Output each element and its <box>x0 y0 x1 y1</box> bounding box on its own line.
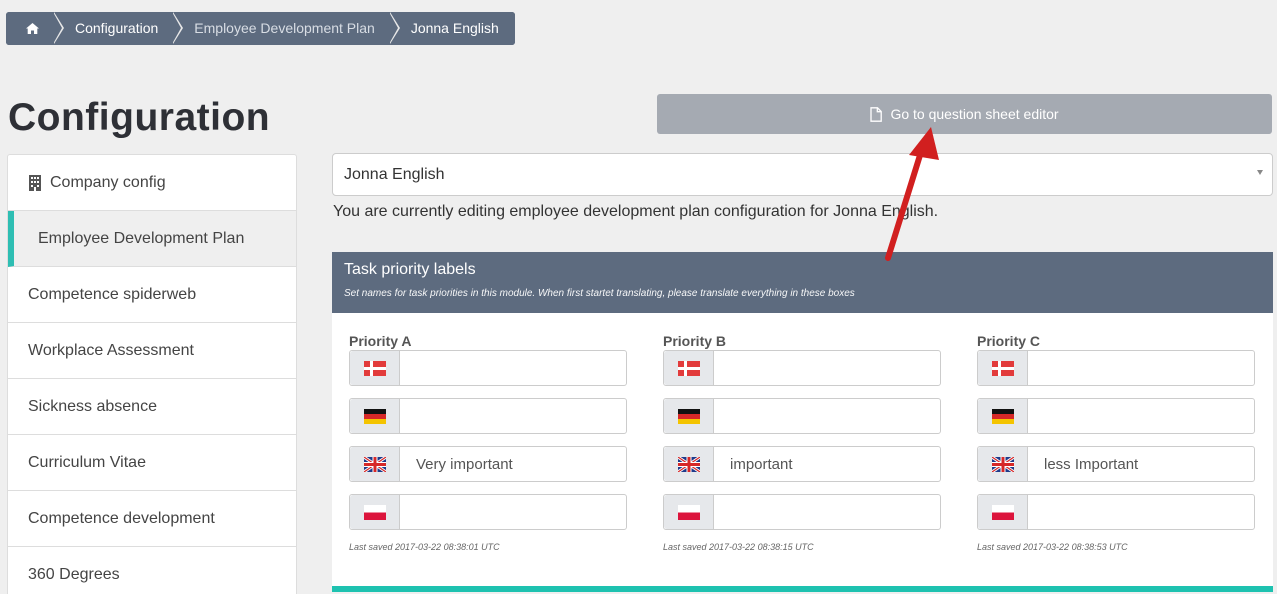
priority-a-column: Priority A Very important Last saved 201… <box>349 332 627 552</box>
uk-flag-icon <box>978 447 1028 481</box>
sidebar-item-competence-development[interactable]: Competence development <box>8 491 296 547</box>
employee-select[interactable]: Jonna English <box>332 153 1273 196</box>
sidebar-item-label: Company config <box>50 173 166 191</box>
priority-b-english-field[interactable]: important <box>663 446 941 482</box>
priority-a-polish-field[interactable] <box>349 494 627 530</box>
german-flag-icon <box>350 399 400 433</box>
sidebar-item-label: 360 Degrees <box>28 565 120 583</box>
priority-c-column: Priority C less Important Last saved 201… <box>977 332 1255 552</box>
priority-a-label: Priority A <box>349 333 412 349</box>
priority-c-english-input[interactable]: less Important <box>1028 447 1254 481</box>
question-sheet-editor-label: Go to question sheet editor <box>890 106 1059 122</box>
priority-c-label: Priority C <box>977 333 1041 349</box>
sidebar-item-label: Competence development <box>28 509 215 527</box>
priority-b-german-input[interactable] <box>714 399 940 433</box>
priority-c-english-field[interactable]: less Important <box>977 446 1255 482</box>
priority-a-polish-input[interactable] <box>400 495 626 529</box>
priority-a-english-input[interactable]: Very important <box>400 447 626 481</box>
danish-flag-icon <box>978 351 1028 385</box>
uk-flag-icon <box>350 447 400 481</box>
priority-c-german-field[interactable] <box>977 398 1255 434</box>
priority-c-last-saved: Last saved 2017-03-22 08:38:53 UTC <box>977 542 1128 552</box>
home-icon <box>26 23 39 34</box>
breadcrumb-current: Jonna English <box>388 12 515 45</box>
priority-b-danish-input[interactable] <box>714 351 940 385</box>
priority-c-danish-field[interactable] <box>977 350 1255 386</box>
breadcrumb-configuration[interactable]: Configuration <box>53 12 184 45</box>
uk-flag-icon <box>664 447 714 481</box>
employee-select-value: Jonna English <box>344 165 445 183</box>
sidebar-item-competence-spiderweb[interactable]: Competence spiderweb <box>8 267 296 323</box>
sidebar-item-label: Competence spiderweb <box>28 285 197 303</box>
breadcrumb-home[interactable] <box>6 12 64 45</box>
priority-c-danish-input[interactable] <box>1028 351 1254 385</box>
german-flag-icon <box>664 399 714 433</box>
priority-b-last-saved: Last saved 2017-03-22 08:38:15 UTC <box>663 542 814 552</box>
sidebar-item-workplace-assessment[interactable]: Workplace Assessment <box>8 323 296 379</box>
document-icon <box>870 106 883 122</box>
priority-a-german-input[interactable] <box>400 399 626 433</box>
panel-subtitle: Set names for task priorities in this mo… <box>344 288 855 299</box>
sidebar-item-employee-development-plan[interactable]: Employee Development Plan <box>8 211 296 267</box>
priority-b-german-field[interactable] <box>663 398 941 434</box>
sidebar-item-curriculum-vitae[interactable]: Curriculum Vitae <box>8 435 296 491</box>
polish-flag-icon <box>664 495 714 529</box>
sidebar-item-label: Employee Development Plan <box>38 229 245 247</box>
sidebar-item-label: Curriculum Vitae <box>28 453 146 471</box>
priority-c-polish-field[interactable] <box>977 494 1255 530</box>
sidebar-item-label: Workplace Assessment <box>28 341 194 359</box>
panel-header: Task priority labels Set names for task … <box>332 252 1273 313</box>
priority-a-danish-field[interactable] <box>349 350 627 386</box>
priority-b-label: Priority B <box>663 333 727 349</box>
breadcrumb: Configuration Employee Development Plan … <box>6 12 515 45</box>
panel-title: Task priority labels <box>344 261 476 278</box>
priority-c-german-input[interactable] <box>1028 399 1254 433</box>
danish-flag-icon <box>664 351 714 385</box>
caret-down-icon <box>1257 170 1263 175</box>
sidebar-item-sickness-absence[interactable]: Sickness absence <box>8 379 296 435</box>
page-title: Configuration <box>8 96 271 139</box>
priority-a-last-saved: Last saved 2017-03-22 08:38:01 UTC <box>349 542 500 552</box>
priority-a-english-field[interactable]: Very important <box>349 446 627 482</box>
priority-b-danish-field[interactable] <box>663 350 941 386</box>
priority-b-column: Priority B important Last saved 2017-03-… <box>663 332 941 552</box>
priority-b-polish-field[interactable] <box>663 494 941 530</box>
sidebar-item-label: Sickness absence <box>28 397 157 415</box>
question-sheet-editor-button[interactable]: Go to question sheet editor <box>657 94 1272 134</box>
priority-a-german-field[interactable] <box>349 398 627 434</box>
priority-a-danish-input[interactable] <box>400 351 626 385</box>
danish-flag-icon <box>350 351 400 385</box>
german-flag-icon <box>978 399 1028 433</box>
editing-info-text: You are currently editing employee devel… <box>333 203 939 220</box>
sidebar-item-360-degrees[interactable]: 360 Degrees <box>8 547 296 594</box>
building-icon <box>28 174 42 191</box>
priority-b-english-input[interactable]: important <box>714 447 940 481</box>
polish-flag-icon <box>978 495 1028 529</box>
sidebar-item-company-config[interactable]: Company config <box>8 155 296 211</box>
sidebar: Company config Employee Development Plan… <box>7 154 297 594</box>
priority-c-polish-input[interactable] <box>1028 495 1254 529</box>
polish-flag-icon <box>350 495 400 529</box>
task-priority-panel: Task priority labels Set names for task … <box>332 252 1273 592</box>
priority-b-polish-input[interactable] <box>714 495 940 529</box>
breadcrumb-employee-development-plan[interactable]: Employee Development Plan <box>172 12 400 45</box>
